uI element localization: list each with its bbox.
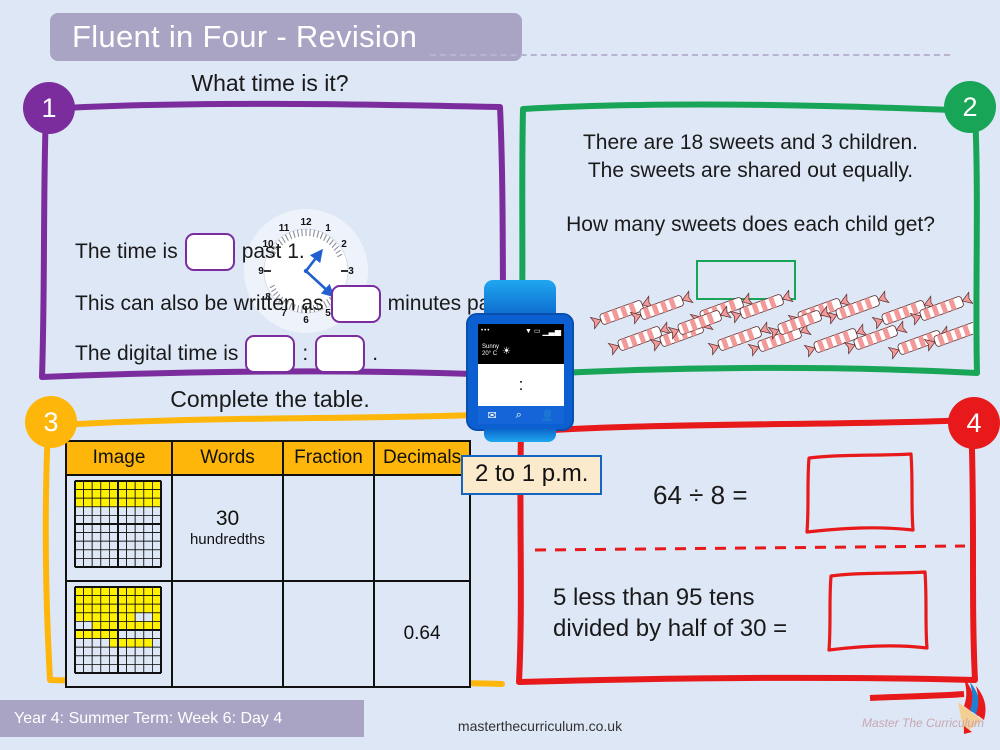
- envelope-icon[interactable]: ✉: [487, 409, 496, 422]
- sentence-3-before: The digital time is: [75, 342, 239, 365]
- watch-time-display[interactable]: :: [478, 364, 564, 406]
- question-panel-4: 4 64 ÷ 8 = 5 less than 95 tens divided b…: [513, 397, 1000, 688]
- svg-text:3: 3: [348, 266, 354, 277]
- question-2-line-1: There are 18 sweets and 3 children.: [582, 131, 919, 154]
- lesson-label: Year 4: Summer Term: Week 6: Day 4: [14, 709, 283, 727]
- words-value-sub: hundredths: [189, 531, 266, 549]
- question-badge-2: 2: [944, 81, 996, 133]
- watch-weather: Sunny 20° C ☀: [478, 338, 564, 364]
- column-header-fraction: Fraction: [282, 440, 375, 476]
- watch-band-bottom: [484, 428, 556, 442]
- question-2-prompt: How many sweets does each child get?: [566, 213, 935, 236]
- hundredths-grid-cell-1: [65, 474, 173, 582]
- sentence-2-before: This can also be written as: [75, 292, 324, 315]
- brand-logo: [860, 672, 995, 744]
- svg-text:12: 12: [300, 217, 312, 228]
- watch-nav-bar: ✉ ⌕ 👤: [478, 406, 564, 424]
- problem-2-line-1: 5 less than 95 tens: [553, 584, 755, 611]
- fraction-cell-1[interactable]: [282, 474, 375, 582]
- panel-4-border: [516, 417, 978, 685]
- question-panel-1: 1 What time is it? 12 1 2 3 5 6 7 8 9 10…: [23, 70, 530, 385]
- hundredths-grid-64: [74, 586, 162, 674]
- problem-1-expression: 64 ÷ 8 =: [653, 480, 748, 510]
- time-tooltip: 2 to 1 p.m.: [461, 455, 603, 495]
- question-panel-3: 3 Complete the table. Image Words Fracti…: [25, 386, 510, 688]
- minutes-answer-box[interactable]: [330, 285, 381, 323]
- weather-condition: Sunny: [482, 344, 500, 351]
- hundredths-grid-cell-2: [65, 580, 173, 688]
- smartwatch-widget: ••• ▼ ▭ ▁▃▅ Sunny 20° C ☀ : ✉ ⌕ 👤: [460, 280, 580, 442]
- watch-status-bar: ••• ▼ ▭ ▁▃▅: [478, 324, 564, 338]
- table-header-row: Image Words Fraction Decimals: [65, 440, 472, 476]
- words-cell-1[interactable]: 30 hundredths: [171, 474, 284, 582]
- search-icon[interactable]: ⌕: [516, 409, 522, 422]
- table-row: 0.64: [65, 580, 472, 688]
- watch-case: ••• ▼ ▭ ▁▃▅ Sunny 20° C ☀ : ✉ ⌕ 👤: [466, 313, 574, 431]
- digital-time-separator: :: [302, 342, 309, 365]
- question-badge-4: 4: [948, 397, 1000, 449]
- sentence-3-after: .: [372, 342, 379, 365]
- website-url: masterthecurriculum.co.uk: [457, 718, 623, 734]
- hundredths-grid-30: [74, 480, 162, 568]
- column-header-image: Image: [65, 440, 173, 476]
- problem-1-answer-box: [805, 452, 915, 534]
- question-panel-2: 2 There are 18 sweets and 3 children. Th…: [513, 81, 996, 385]
- question-3-heading: Complete the table.: [170, 386, 370, 412]
- panel-4-divider: [534, 544, 966, 552]
- footer-banner: Year 4: Summer Term: Week 6: Day 4: [0, 700, 364, 737]
- question-1-heading: What time is it?: [191, 70, 349, 96]
- title-dashed-rule: [430, 54, 950, 56]
- decimals-table: Image Words Fraction Decimals 30 hundred…: [65, 440, 472, 688]
- column-header-decimals: Decimals: [372, 440, 472, 476]
- person-icon[interactable]: 👤: [541, 409, 555, 422]
- question-2-line-2: The sweets are shared out equally.: [587, 159, 914, 182]
- problem-2-line-2: divided by half of 30 =: [553, 615, 788, 643]
- battery-icon: ▭: [533, 328, 541, 335]
- words-cell-2[interactable]: [171, 580, 284, 688]
- table-row: 30 hundredths: [65, 474, 472, 582]
- words-value-main: 30: [215, 507, 240, 531]
- digital-minutes-box[interactable]: [315, 335, 366, 373]
- page-title: Fluent in Four - Revision: [72, 19, 418, 54]
- sun-icon: ☀: [502, 345, 511, 357]
- slide-canvas: Fluent in Four - Revision 1 What time is…: [0, 0, 1000, 750]
- svg-text:2: 2: [341, 239, 347, 250]
- decimal-cell-1[interactable]: [372, 474, 472, 582]
- wifi-icon: ▼: [524, 327, 532, 335]
- sentence-row-3: The digital time is : .: [75, 335, 378, 373]
- column-header-words: Words: [171, 440, 284, 476]
- fraction-cell-2[interactable]: [282, 580, 375, 688]
- dots-icon: •••: [481, 328, 491, 334]
- question-badge-3: 3: [25, 396, 77, 448]
- problem-2-expression: 5 less than 95 tens divided by half of 3…: [553, 582, 787, 644]
- digital-hours-box[interactable]: [245, 335, 296, 373]
- time-answer-box-1[interactable]: [184, 233, 235, 271]
- weather-temperature: 20° C: [482, 351, 498, 357]
- sweets-illustration: [583, 289, 988, 365]
- sentence-row-1: The time is past 1.: [75, 233, 305, 271]
- signal-icon: ▁▃▅: [542, 326, 561, 336]
- sentence-1-after: past 1.: [241, 240, 305, 263]
- svg-text:1: 1: [325, 223, 331, 234]
- problem-2-answer-box: [827, 570, 929, 652]
- question-badge-1: 1: [23, 82, 75, 134]
- logo-script-text: Master The Curriculum: [862, 716, 985, 730]
- sentence-1-before: The time is: [75, 240, 178, 263]
- decimal-cell-2[interactable]: 0.64: [372, 580, 472, 688]
